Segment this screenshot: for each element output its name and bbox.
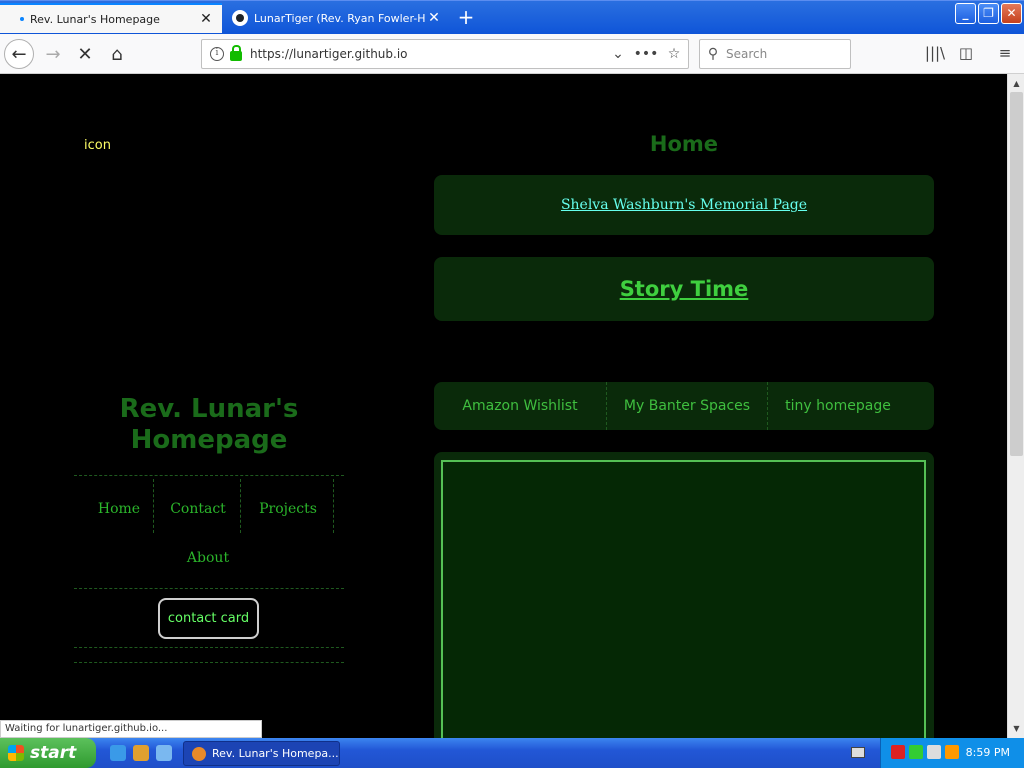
stop-loading-button[interactable]: ✕ bbox=[70, 39, 100, 69]
bookmark-star-icon[interactable]: ☆ bbox=[660, 46, 688, 62]
internet-explorer-icon[interactable] bbox=[110, 745, 126, 761]
network-icon[interactable] bbox=[927, 745, 941, 759]
search-icon: ⚲ bbox=[707, 46, 719, 62]
vertical-scrollbar[interactable]: ▲ ▼ bbox=[1007, 74, 1024, 738]
nav-separator bbox=[240, 479, 241, 533]
lock-icon bbox=[230, 45, 242, 61]
navigation-toolbar: ← → ✕ ⌂ i https://lunartiger.github.io ⌄… bbox=[0, 34, 1024, 74]
site-info-icon[interactable]: i bbox=[210, 47, 224, 61]
url-text[interactable]: https://lunartiger.github.io bbox=[250, 47, 604, 61]
hamburger-menu-icon[interactable]: ≡ bbox=[994, 44, 1016, 64]
embed-card bbox=[434, 452, 934, 738]
divider bbox=[74, 647, 344, 648]
back-button[interactable]: ← bbox=[4, 39, 34, 69]
tab-title: Rev. Lunar's Homepage bbox=[30, 12, 160, 26]
nav-contact[interactable]: Contact bbox=[158, 501, 238, 517]
firefox-icon bbox=[192, 746, 206, 761]
page-viewport: icon Rev. Lunar's Homepage Home Contact … bbox=[0, 74, 1007, 738]
keyboard-icon[interactable] bbox=[851, 747, 865, 758]
site-title: Rev. Lunar's Homepage bbox=[119, 394, 299, 455]
banter-spaces-link[interactable]: My Banter Spaces bbox=[607, 382, 767, 430]
search-input[interactable]: ⚲ Search bbox=[699, 39, 851, 69]
nav-about[interactable]: About bbox=[168, 550, 248, 566]
divider bbox=[74, 475, 344, 476]
close-window-button[interactable]: ✕ bbox=[1001, 3, 1022, 24]
forward-button[interactable]: → bbox=[38, 39, 68, 69]
home-button[interactable]: ⌂ bbox=[102, 39, 132, 69]
windows-flag-icon bbox=[8, 745, 24, 761]
loading-dot-icon bbox=[20, 17, 24, 21]
page-actions-icon[interactable]: ••• bbox=[632, 46, 660, 62]
search-tray-icon[interactable] bbox=[945, 745, 959, 759]
home-heading: Home bbox=[649, 132, 719, 156]
address-bar[interactable]: i https://lunartiger.github.io ⌄ ••• ☆ bbox=[201, 39, 689, 69]
nav-projects[interactable]: Projects bbox=[244, 501, 332, 517]
taskbar-window-firefox[interactable]: Rev. Lunar's Homepa... bbox=[183, 741, 340, 766]
tab-lunartiger-github[interactable]: LunarTiger (Rev. Ryan Fowler-Hu ✕ bbox=[224, 3, 450, 33]
embedded-frame[interactable] bbox=[441, 460, 926, 738]
divider bbox=[74, 662, 344, 663]
tab-rev-lunars-homepage[interactable]: Rev. Lunar's Homepage ✕ bbox=[0, 3, 222, 33]
quicklaunch-app-icon[interactable] bbox=[133, 745, 149, 761]
story-card: Story Time bbox=[434, 257, 934, 321]
links-bar: Amazon Wishlist My Banter Spaces tiny ho… bbox=[434, 382, 934, 430]
tray-app-icon[interactable] bbox=[909, 745, 923, 759]
nav-home[interactable]: Home bbox=[88, 501, 150, 517]
amazon-wishlist-link[interactable]: Amazon Wishlist bbox=[434, 382, 606, 430]
memorial-page-link[interactable]: Shelva Washburn's Memorial Page bbox=[561, 197, 807, 213]
search-placeholder: Search bbox=[726, 47, 768, 61]
tab-title: LunarTiger (Rev. Ryan Fowler-Hu bbox=[254, 11, 426, 25]
close-tab-icon[interactable]: ✕ bbox=[426, 10, 442, 26]
contact-card-button[interactable]: contact card bbox=[158, 598, 259, 639]
chevron-down-icon[interactable]: ⌄ bbox=[604, 46, 632, 62]
sidebar-toggle-icon[interactable]: ◫ bbox=[955, 44, 977, 64]
status-bar: Waiting for lunartiger.github.io... bbox=[0, 720, 262, 738]
taskbar-window-label: Rev. Lunar's Homepa... bbox=[212, 747, 339, 760]
nav-separator bbox=[333, 479, 334, 533]
divider bbox=[74, 588, 344, 589]
new-tab-button[interactable]: + bbox=[455, 5, 477, 29]
start-label: start bbox=[30, 743, 77, 763]
maximize-button[interactable]: ❐ bbox=[978, 3, 999, 24]
tab-bar: Rev. Lunar's Homepage ✕ LunarTiger (Rev.… bbox=[0, 0, 1024, 34]
nav-separator bbox=[153, 479, 154, 533]
story-time-link[interactable]: Story Time bbox=[620, 277, 749, 301]
system-tray: 8:59 PM bbox=[880, 738, 1024, 768]
show-desktop-icon[interactable] bbox=[156, 745, 172, 761]
scrollbar-thumb[interactable] bbox=[1010, 92, 1023, 456]
tiny-homepage-link[interactable]: tiny homepage bbox=[768, 382, 908, 430]
start-button[interactable]: start bbox=[0, 738, 96, 768]
scroll-up-icon[interactable]: ▲ bbox=[1009, 76, 1024, 91]
memorial-card: Shelva Washburn's Memorial Page bbox=[434, 175, 934, 235]
minimize-button[interactable]: _ bbox=[955, 3, 976, 24]
scroll-down-icon[interactable]: ▼ bbox=[1009, 721, 1024, 736]
broken-icon-image: icon bbox=[84, 138, 111, 153]
github-icon bbox=[232, 10, 248, 26]
pdf-icon[interactable] bbox=[891, 745, 905, 759]
taskbar: start Rev. Lunar's Homepa... 8:59 PM bbox=[0, 738, 1024, 768]
library-icon[interactable]: |||\ bbox=[924, 44, 946, 64]
clock[interactable]: 8:59 PM bbox=[966, 746, 1010, 759]
close-tab-icon[interactable]: ✕ bbox=[198, 11, 214, 27]
